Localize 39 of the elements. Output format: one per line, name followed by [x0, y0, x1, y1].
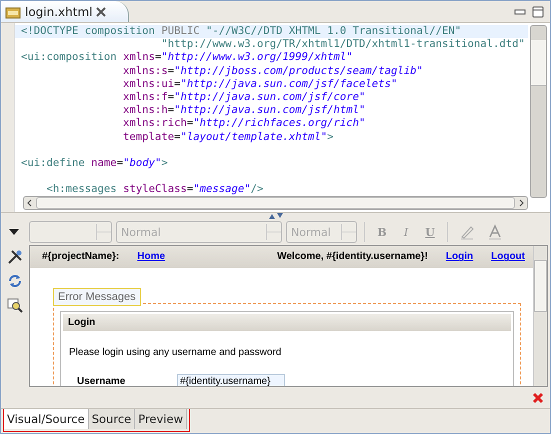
code-line: xmlns:f="http://java.sun.com/jsf/core"	[122, 90, 366, 104]
field-label: Username	[77, 376, 126, 386]
file-icon	[5, 4, 21, 18]
view-tab[interactable]: Visual/Source	[4, 409, 89, 430]
code-line: xmlns:h="http://java.sun.com/jsf/html"	[122, 104, 366, 118]
tab-title: login.xhtml	[25, 4, 92, 18]
code-line: xmlns:rich="http://richfaces.org/rich"	[122, 117, 366, 130]
welcome-text: Welcome, #{identity.username}!	[277, 251, 428, 262]
preview-icon[interactable]	[7, 296, 23, 313]
horizontal-scrollbar[interactable]	[23, 196, 528, 210]
maximize-icon[interactable]	[532, 6, 544, 18]
refresh-icon[interactable]	[7, 272, 23, 289]
dropdown-icon[interactable]	[9, 229, 19, 236]
code-line: template="layout/template.xhtml">	[122, 130, 335, 144]
header-link[interactable]: Login	[446, 251, 474, 262]
sash-arrows-icon[interactable]	[268, 213, 284, 220]
project-name: #{projectName}:	[42, 251, 120, 262]
editor-tab[interactable]: login.xhtml	[1, 1, 130, 22]
minimize-icon[interactable]	[514, 6, 526, 16]
home-link[interactable]: Home	[137, 251, 166, 262]
code-line: <ui:define name="body">	[20, 156, 169, 170]
header-link[interactable]: Logout	[491, 251, 525, 262]
font-color-icon[interactable]	[487, 224, 503, 240]
input-field[interactable]: #{identity.username}	[177, 374, 285, 386]
code-line: <h:messages styleClass="message"/>	[46, 183, 264, 196]
code-line: "http://www.w3.org/TR/xhtml1/DTD/xhtml1-transitional.dtd"	[160, 38, 526, 52]
error-messages-label: Error Messages	[53, 288, 141, 306]
vertical-scrollbar[interactable]	[533, 246, 547, 386]
code-line: <ui:composition xmlns="http://www.w3.org/1999/xhtml"	[20, 51, 354, 65]
view-tab[interactable]: Source	[88, 409, 136, 430]
view-tab[interactable]: Preview	[135, 409, 187, 430]
code-line: xmlns:s="http://jboss.com/products/seam/taglib"	[122, 64, 424, 78]
close-icon[interactable]	[532, 392, 544, 404]
intro-text: Please login using any username and password	[68, 346, 282, 358]
close-icon[interactable]	[96, 6, 106, 16]
tools-icon[interactable]	[7, 248, 23, 265]
vertical-scrollbar[interactable]	[530, 25, 547, 198]
code-line: xmlns:ui="http://java.sun.com/jsf/facelets"	[122, 78, 398, 91]
panel-title: Login	[63, 314, 511, 331]
